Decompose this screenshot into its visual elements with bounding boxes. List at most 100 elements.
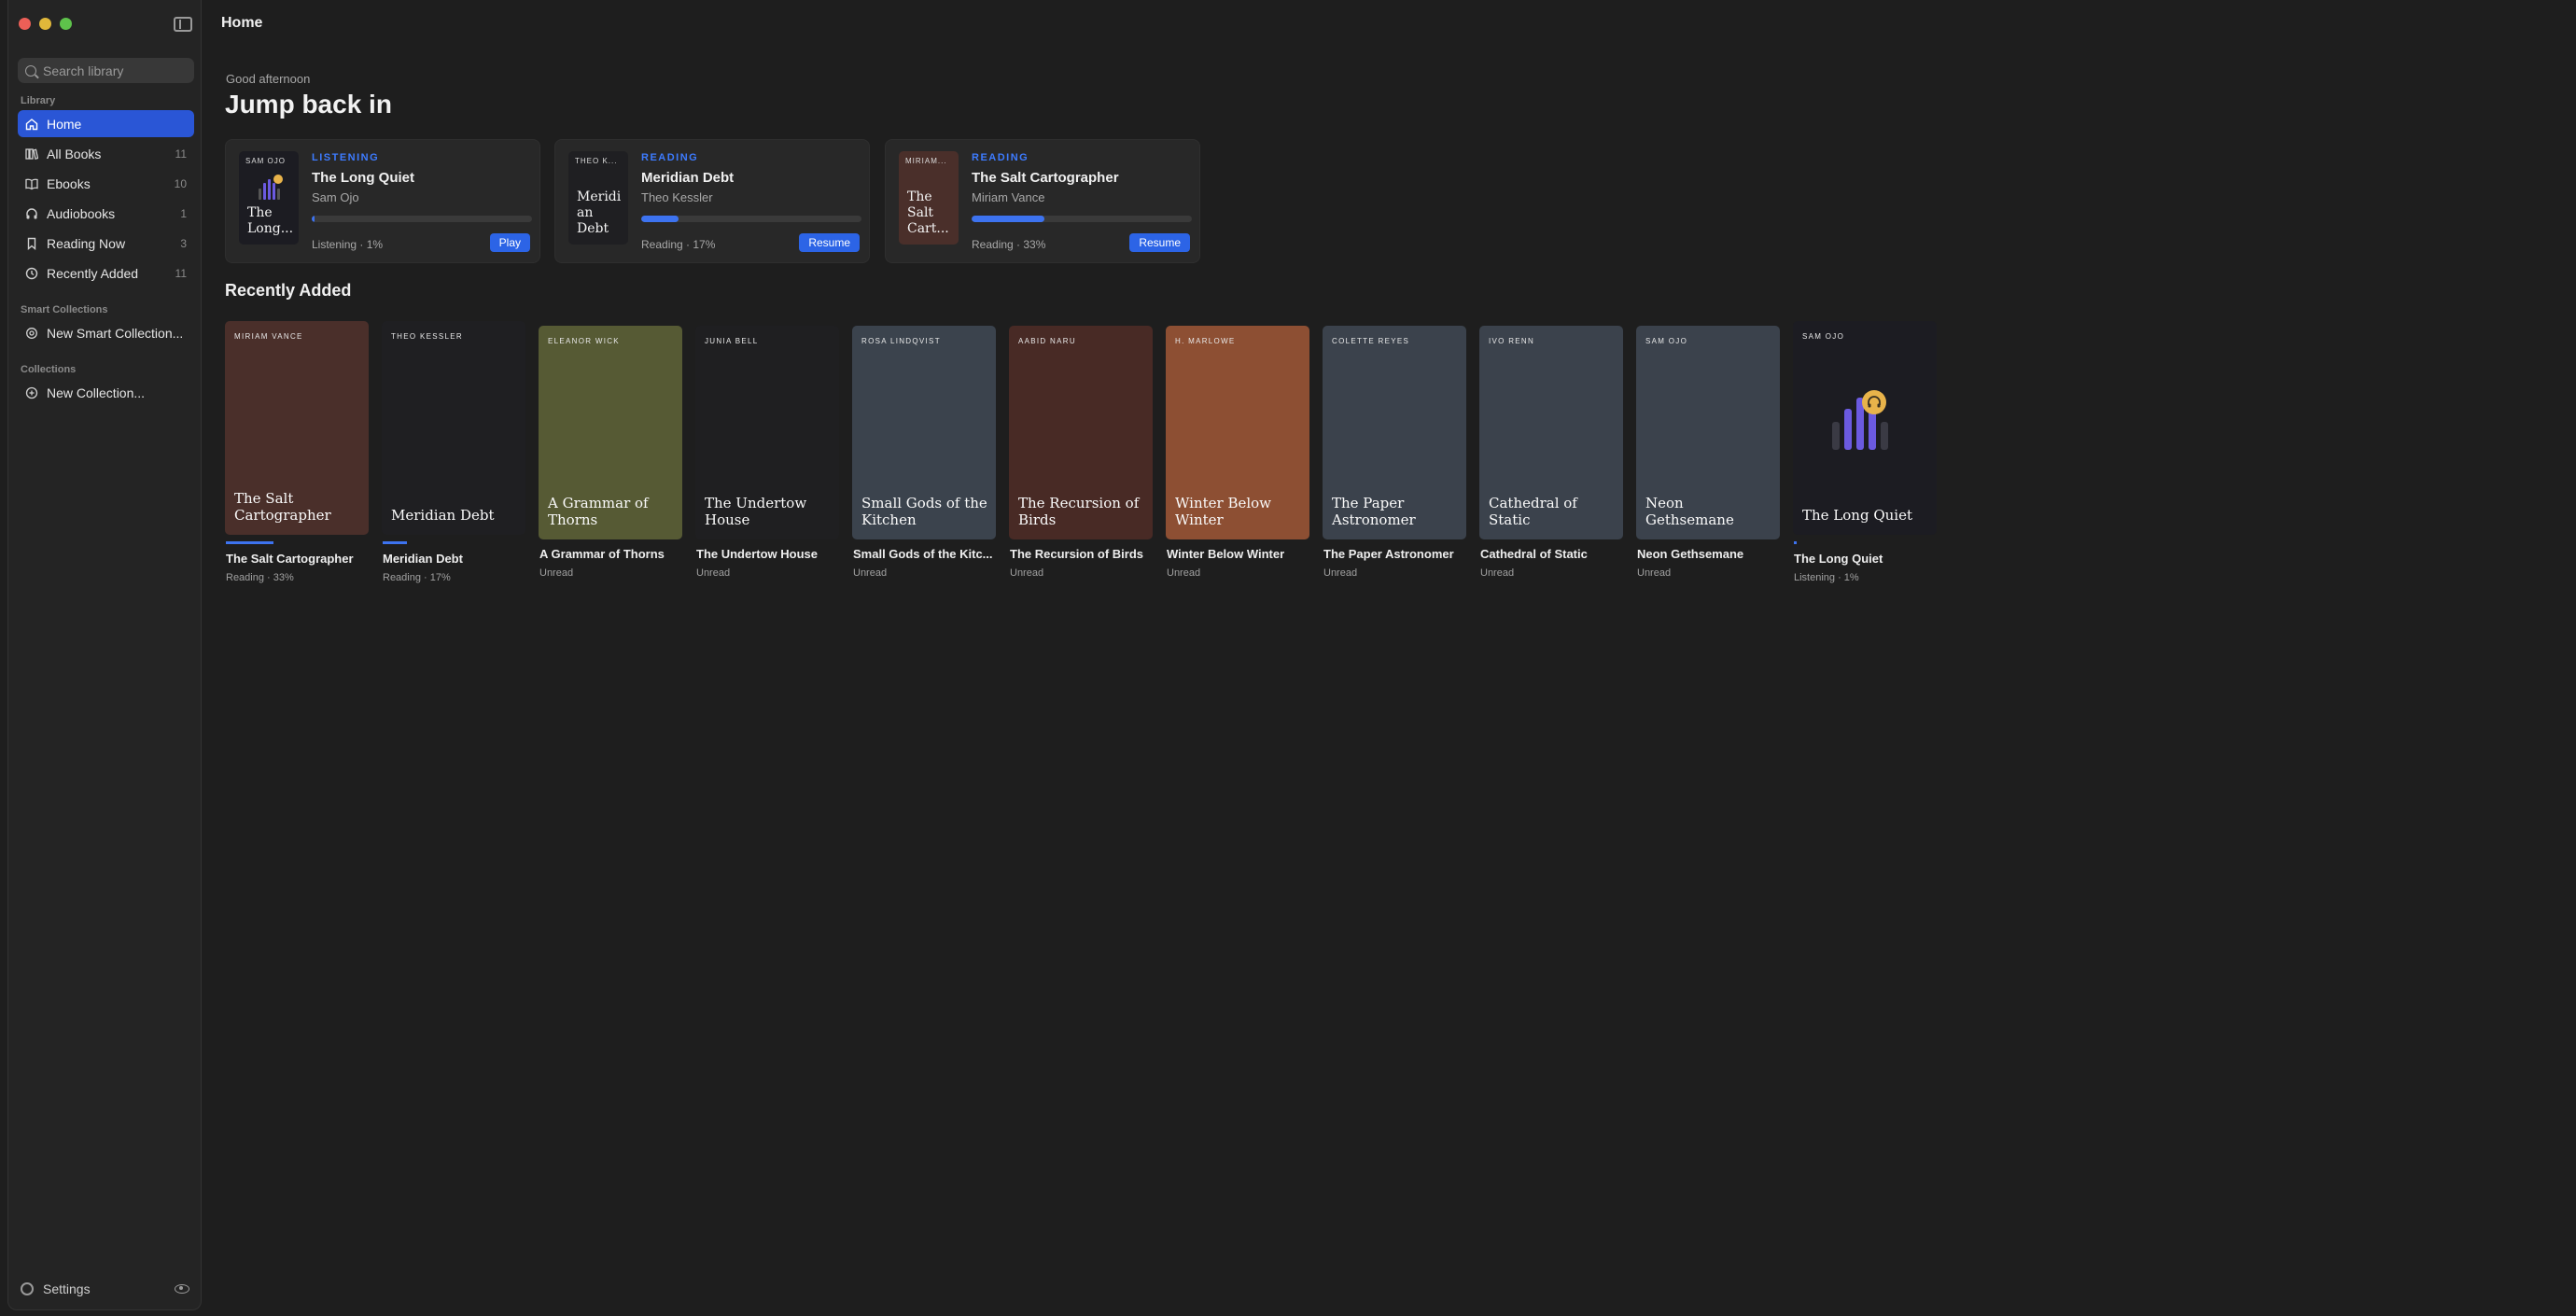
book-cover[interactable]: ELEANOR WICK A Grammar of Thorns [539, 326, 682, 539]
book-cover[interactable]: SAM OJO The Long Quiet [1793, 321, 1937, 535]
cover-author: JUNIA BELL [705, 337, 759, 345]
cover-author: ROSA LINDQVIST [861, 337, 941, 345]
minimize-window-button[interactable] [39, 18, 51, 30]
headphones-icon [25, 207, 38, 220]
book-cover[interactable]: H. MARLOWE Winter Below Winter [1166, 326, 1309, 539]
resume-button[interactable]: Resume [1129, 233, 1190, 252]
sidebar-toggle-icon[interactable] [174, 17, 192, 32]
plus-circle-icon [25, 386, 38, 399]
progress-bar [312, 216, 532, 222]
smart-collections-label: Smart Collections [21, 304, 108, 315]
cover-title: The Recursion of Birds [1018, 495, 1140, 528]
library-section-label: Library [21, 95, 56, 106]
gear-icon [25, 327, 38, 340]
clock-icon [25, 267, 38, 280]
cover-title: Meridian Debt [391, 507, 495, 524]
book-status: Unread [539, 567, 574, 579]
cover-title: The Long... [247, 205, 294, 236]
sidebar: Library Home All Books 11 Ebooks 10 [7, 0, 202, 1310]
cover-title: Winter Below Winter [1175, 495, 1272, 528]
cover-author: H. MARLOWE [1175, 337, 1236, 345]
book-cover[interactable]: IVO RENN Cathedral of Static [1479, 326, 1623, 539]
page-title: Home [221, 15, 263, 31]
book-status: Unread [1637, 567, 1672, 579]
cover-title: The Long Quiet [1802, 507, 1912, 524]
bookmark-icon [25, 237, 38, 250]
new-smart-collection-button[interactable]: New Smart Collection... [18, 319, 194, 346]
book-cover[interactable]: MIRIAM VANCE The Salt Cartographer [225, 321, 369, 535]
book-title: The Long Quiet [312, 170, 414, 186]
cover-title: The Paper Astronomer [1332, 495, 1416, 528]
book-cover: SAM OJO The Long... [239, 151, 299, 245]
book-status: Unread [1480, 567, 1515, 579]
book-title: The Recursion of Birds [1010, 547, 1144, 561]
cover-author: IVO RENN [1489, 337, 1535, 345]
eye-icon[interactable] [175, 1284, 189, 1294]
book-cover[interactable]: AABID NARU The Recursion of Birds [1009, 326, 1153, 539]
book-cover[interactable]: THEO KESSLER Meridian Debt [382, 321, 525, 535]
cover-title: Meridi an Debt [577, 189, 622, 236]
sidebar-item-label: Home [47, 116, 82, 132]
book-status: Reading · 33% [972, 238, 1046, 251]
jump-back-card[interactable]: THEO K... Meridi an Debt READING Meridian D… [554, 139, 870, 263]
book-status: Unread [1323, 567, 1358, 579]
settings-button[interactable]: Settings [43, 1281, 91, 1296]
book-status: Unread [1167, 567, 1201, 579]
search-input[interactable] [43, 63, 183, 78]
book-status: Listening · 1% [312, 238, 384, 251]
sidebar-item-all-books[interactable]: All Books 11 [18, 140, 194, 167]
settings-gear-icon [21, 1282, 34, 1295]
sidebar-item-label: Audiobooks [47, 205, 116, 221]
sidebar-footer: Settings [18, 1281, 194, 1296]
sidebar-item-label: Recently Added [47, 265, 139, 281]
book-status: Unread [853, 567, 888, 579]
book-cover[interactable]: COLETTE REYES The Paper Astronomer [1323, 326, 1466, 539]
sidebar-item-count: 3 [180, 236, 187, 250]
cover-author: AABID NARU [1018, 337, 1076, 345]
sidebar-item-reading-now[interactable]: Reading Now 3 [18, 230, 194, 257]
progress-bar [383, 541, 407, 544]
sidebar-item-home[interactable]: Home [18, 110, 194, 137]
play-button[interactable]: Play [489, 233, 530, 252]
cover-author: SAM OJO [1645, 337, 1688, 345]
close-window-button[interactable] [19, 18, 31, 30]
cover-author: SAM OJO [245, 157, 287, 165]
sidebar-item-audiobooks[interactable]: Audiobooks 1 [18, 200, 194, 227]
book-cover[interactable]: JUNIA BELL The Undertow House [695, 326, 839, 539]
sidebar-item-recently-added[interactable]: Recently Added 11 [18, 259, 194, 287]
book-title: The Undertow House [696, 547, 819, 561]
jump-back-card[interactable]: MIRIAM... The Salt Cart... READING The Salt… [885, 139, 1200, 263]
new-collection-button[interactable]: New Collection... [18, 379, 194, 406]
sidebar-item-ebooks[interactable]: Ebooks 10 [18, 170, 194, 197]
progress-fill [312, 216, 315, 222]
jump-back-card[interactable]: SAM OJO The Long... LISTENING The Long Quie… [225, 139, 540, 263]
book-title: The Long Quiet [1794, 552, 1883, 566]
book-status: Reading · 17% [383, 572, 451, 583]
sidebar-item-label: All Books [47, 146, 102, 161]
book-title: Small Gods of the Kitc... [853, 547, 993, 561]
book-cover: THEO K... Meridi an Debt [568, 151, 628, 245]
search-field[interactable] [18, 58, 194, 83]
cover-author: COLETTE REYES [1332, 337, 1410, 345]
jump-back-heading: Jump back in [225, 90, 392, 119]
sidebar-item-label: Ebooks [47, 175, 91, 191]
book-cover[interactable]: ROSA LINDQVIST Small Gods of the Kitchen [852, 326, 996, 539]
greeting-text: Good afternoon [226, 72, 311, 86]
book-cover[interactable]: SAM OJO Neon Gethsemane [1636, 326, 1780, 539]
progress-bar [972, 216, 1192, 222]
app-window: Library Home All Books 11 Ebooks 10 [0, 0, 2576, 1316]
cover-author: ELEANOR WICK [548, 337, 620, 345]
cover-title: The Salt Cartographer [234, 490, 331, 524]
book-status: Listening · 1% [1794, 572, 1859, 583]
resume-button[interactable]: Resume [799, 233, 860, 252]
collections-label: Collections [21, 364, 77, 375]
cover-title: Neon Gethsemane [1645, 495, 1734, 528]
sidebar-item-label: Reading Now [47, 235, 126, 251]
book-author: Miriam Vance [972, 190, 1045, 204]
zoom-window-button[interactable] [60, 18, 72, 30]
book-status: Unread [696, 567, 731, 579]
book-title: Neon Gethsemane [1637, 547, 1744, 561]
book-status: Reading · 17% [641, 238, 716, 251]
book-title: Winter Below Winter [1167, 547, 1285, 561]
cover-title: The Salt Cart... [907, 189, 949, 236]
